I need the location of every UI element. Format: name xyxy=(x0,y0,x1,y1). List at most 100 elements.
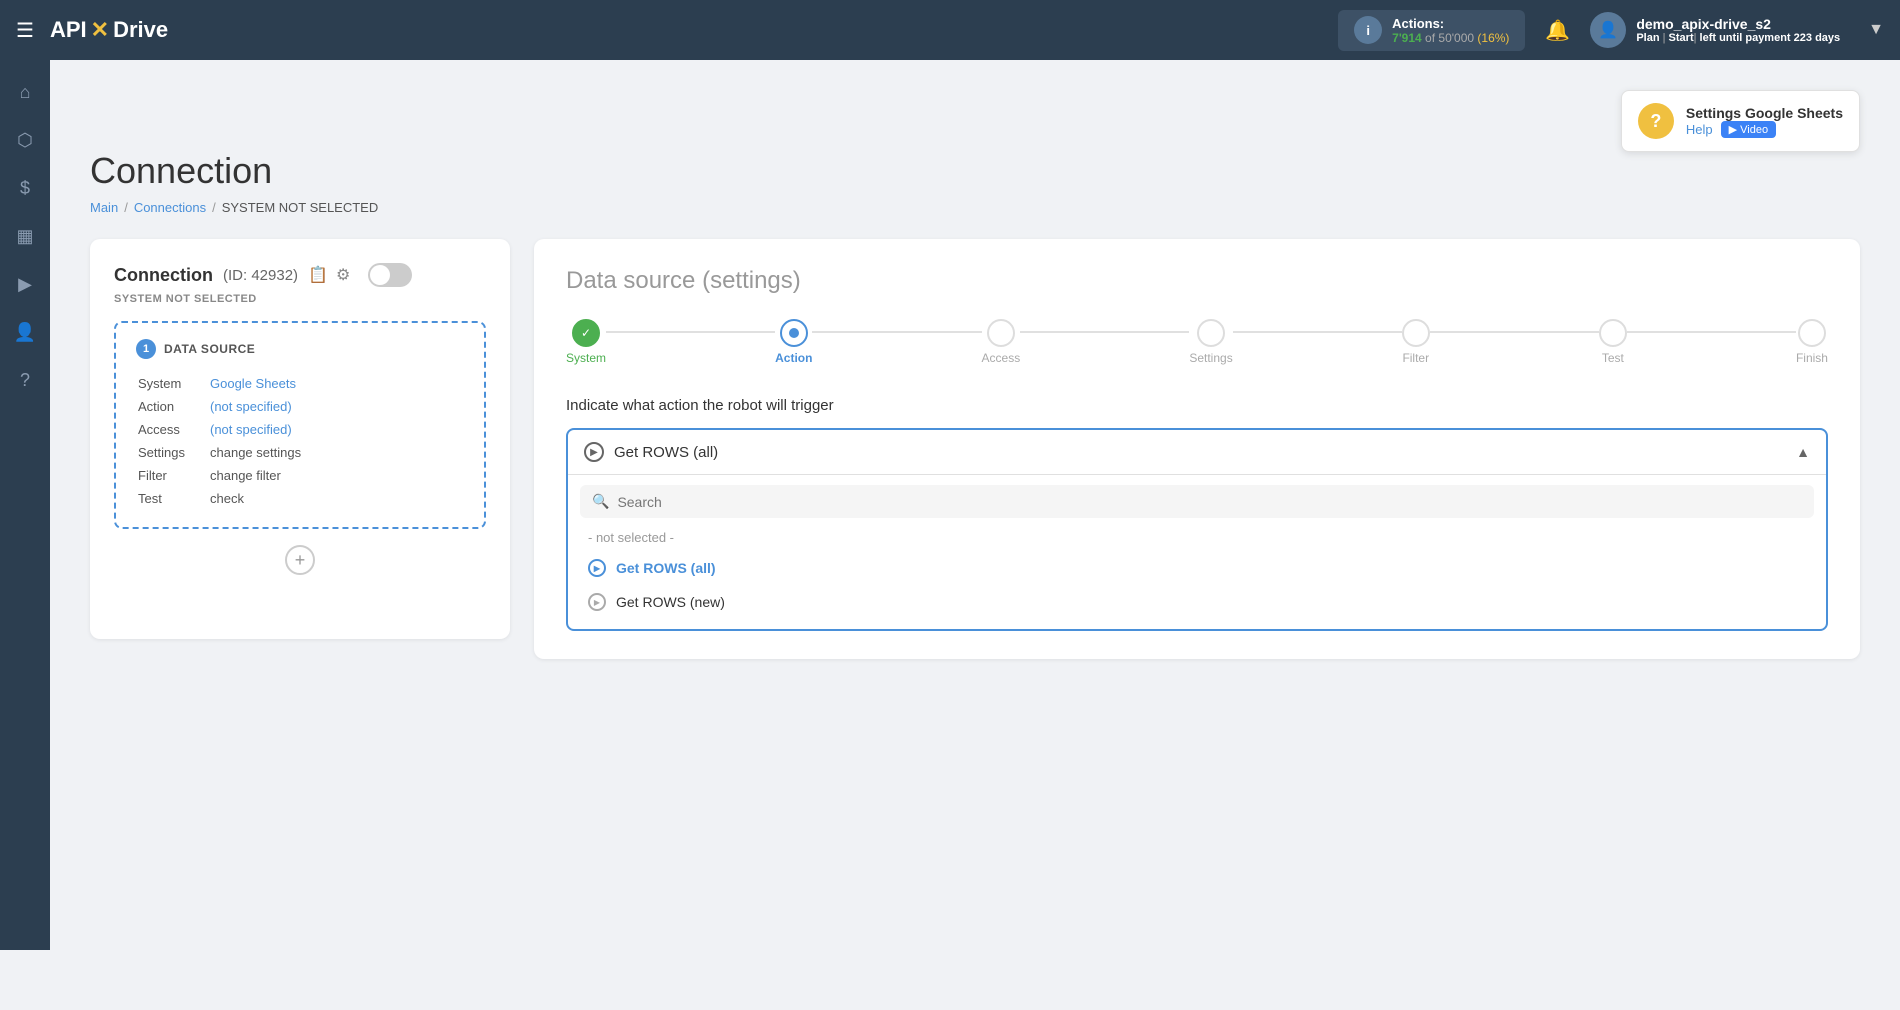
datasource-number: 1 xyxy=(136,339,156,359)
breadcrumb-main[interactable]: Main xyxy=(90,200,118,215)
bell-icon[interactable]: 🔔 xyxy=(1545,18,1570,43)
step-action-label: Action xyxy=(775,351,812,365)
logo-x-icon: ✕ xyxy=(91,17,109,43)
connection-card: Connection (ID: 42932) 📋 ⚙ SYSTEM NOT SE… xyxy=(90,239,510,639)
logo: API ✕ Drive xyxy=(50,17,168,43)
sidebar-item-help[interactable]: ? xyxy=(5,360,45,400)
step-system-label: System xyxy=(566,351,606,365)
row-value-access[interactable]: (not specified) xyxy=(210,419,462,440)
not-selected-label: - not selected - xyxy=(580,526,1814,549)
user-section: 👤 demo_apix-drive_s2 Plan | Start| left … xyxy=(1590,12,1840,48)
search-icon: 🔍 xyxy=(592,493,609,510)
step-test[interactable]: Test xyxy=(1599,319,1627,365)
step-finish[interactable]: Finish xyxy=(1796,319,1828,365)
add-connection-button[interactable]: + xyxy=(285,545,315,575)
table-row: Settings change settings xyxy=(138,442,462,463)
option-get-rows-new[interactable]: ▶ Get ROWS (new) xyxy=(580,585,1814,619)
connection-header: Connection (ID: 42932) 📋 ⚙ xyxy=(114,263,486,287)
datasource-table: System Google Sheets Action (not specifi… xyxy=(136,371,464,511)
search-box: 🔍 xyxy=(580,485,1814,518)
step-action[interactable]: Action xyxy=(775,319,812,365)
dropdown-header[interactable]: ▶ Get ROWS (all) ▲ xyxy=(568,430,1826,474)
option-label-1: Get ROWS (all) xyxy=(616,560,716,576)
user-plan: Plan | Start| left until payment 223 day… xyxy=(1636,32,1840,44)
dropdown-selected-value: Get ROWS (all) xyxy=(614,444,718,461)
help-box: ? Settings Google Sheets Help ▶ Video xyxy=(1621,90,1860,152)
step-settings[interactable]: Settings xyxy=(1189,319,1232,365)
sidebar-item-billing[interactable]: $ xyxy=(5,168,45,208)
sidebar-item-home[interactable]: ⌂ xyxy=(5,72,45,112)
connection-card-title: Connection xyxy=(114,265,213,286)
table-row: Filter change filter xyxy=(138,465,462,486)
logo-drive: Drive xyxy=(113,17,168,43)
step-filter[interactable]: Filter xyxy=(1402,319,1430,365)
row-value-settings[interactable]: change settings xyxy=(210,442,462,463)
avatar: 👤 xyxy=(1590,12,1626,48)
row-value-system[interactable]: Google Sheets xyxy=(210,373,462,394)
step-finish-circle xyxy=(1798,319,1826,347)
sidebar-item-templates[interactable]: ▦ xyxy=(5,216,45,256)
step-system-circle: ✓ xyxy=(572,319,600,347)
datasource-settings-subtitle: (settings) xyxy=(702,267,801,294)
row-value-action[interactable]: (not specified) xyxy=(210,396,462,417)
row-value-test[interactable]: check xyxy=(210,488,462,509)
step-access[interactable]: Access xyxy=(982,319,1021,365)
row-label-filter: Filter xyxy=(138,465,208,486)
breadcrumb: Main / Connections / SYSTEM NOT SELECTED xyxy=(90,200,1860,215)
breadcrumb-connections[interactable]: Connections xyxy=(134,200,206,215)
chevron-up-icon: ▲ xyxy=(1796,444,1810,460)
option-label-2: Get ROWS (new) xyxy=(616,594,725,610)
step-line-1 xyxy=(606,331,775,333)
datasource-settings-card: Data source (settings) ✓ System Action xyxy=(534,239,1860,659)
step-settings-circle xyxy=(1197,319,1225,347)
menu-icon[interactable]: ☰ xyxy=(16,18,34,43)
cards-row: Connection (ID: 42932) 📋 ⚙ SYSTEM NOT SE… xyxy=(90,239,1860,659)
topnav-chevron-icon[interactable]: ▼ xyxy=(1868,21,1884,39)
sidebar-item-connections[interactable]: ⬡ xyxy=(5,120,45,160)
step-system[interactable]: ✓ System xyxy=(566,319,606,365)
datasource-settings-title: Data source (settings) xyxy=(566,267,1828,295)
actions-total: 50'000 xyxy=(1438,31,1474,45)
datasource-box: 1 DATA SOURCE System Google Sheets Actio… xyxy=(114,321,486,529)
connection-icons: 📋 ⚙ xyxy=(308,265,350,285)
actions-label: Actions: xyxy=(1392,16,1509,31)
breadcrumb-current: SYSTEM NOT SELECTED xyxy=(222,200,379,215)
breadcrumb-sep1: / xyxy=(124,200,128,215)
copy-icon[interactable]: 📋 xyxy=(308,265,328,285)
actions-used: 7'914 xyxy=(1392,31,1422,45)
actions-of: of xyxy=(1425,31,1438,45)
breadcrumb-sep2: / xyxy=(212,200,216,215)
action-dropdown: ▶ Get ROWS (all) ▲ 🔍 - not selected - ▶ … xyxy=(566,428,1828,631)
user-info: demo_apix-drive_s2 Plan | Start| left un… xyxy=(1636,16,1840,44)
info-icon: i xyxy=(1354,16,1382,44)
row-label-system: System xyxy=(138,373,208,394)
help-link[interactable]: Help xyxy=(1686,122,1713,137)
step-line-4 xyxy=(1233,331,1402,333)
logo-api: API xyxy=(50,17,87,43)
row-label-access: Access xyxy=(138,419,208,440)
step-line-2 xyxy=(812,331,981,333)
row-label-test: Test xyxy=(138,488,208,509)
toggle-switch[interactable] xyxy=(368,263,412,287)
step-test-circle xyxy=(1599,319,1627,347)
video-button[interactable]: ▶ Video xyxy=(1721,121,1776,138)
topnav: ☰ API ✕ Drive i Actions: 7'914 of 50'000… xyxy=(0,0,1900,60)
step-filter-circle xyxy=(1402,319,1430,347)
help-title: Settings Google Sheets xyxy=(1686,105,1843,121)
sidebar-item-account[interactable]: 👤 xyxy=(5,312,45,352)
page-title: Connection xyxy=(90,150,1860,192)
dropdown-body: 🔍 - not selected - ▶ Get ROWS (all) ▶ Ge… xyxy=(568,474,1826,629)
system-not-selected-label: SYSTEM NOT SELECTED xyxy=(114,293,486,305)
row-value-filter[interactable]: change filter xyxy=(210,465,462,486)
option-get-rows-all[interactable]: ▶ Get ROWS (all) xyxy=(580,551,1814,585)
actions-percent: (16%) xyxy=(1477,31,1509,45)
settings-gear-icon[interactable]: ⚙ xyxy=(336,265,350,285)
row-label-action: Action xyxy=(138,396,208,417)
table-row: Test check xyxy=(138,488,462,509)
help-content: Settings Google Sheets Help ▶ Video xyxy=(1686,105,1843,138)
datasource-title: DATA SOURCE xyxy=(164,342,255,356)
sidebar-item-video[interactable]: ▶ xyxy=(5,264,45,304)
actions-content: Actions: 7'914 of 50'000 (16%) xyxy=(1392,16,1509,45)
search-input[interactable] xyxy=(617,494,1802,510)
dropdown-header-left: ▶ Get ROWS (all) xyxy=(584,442,718,462)
